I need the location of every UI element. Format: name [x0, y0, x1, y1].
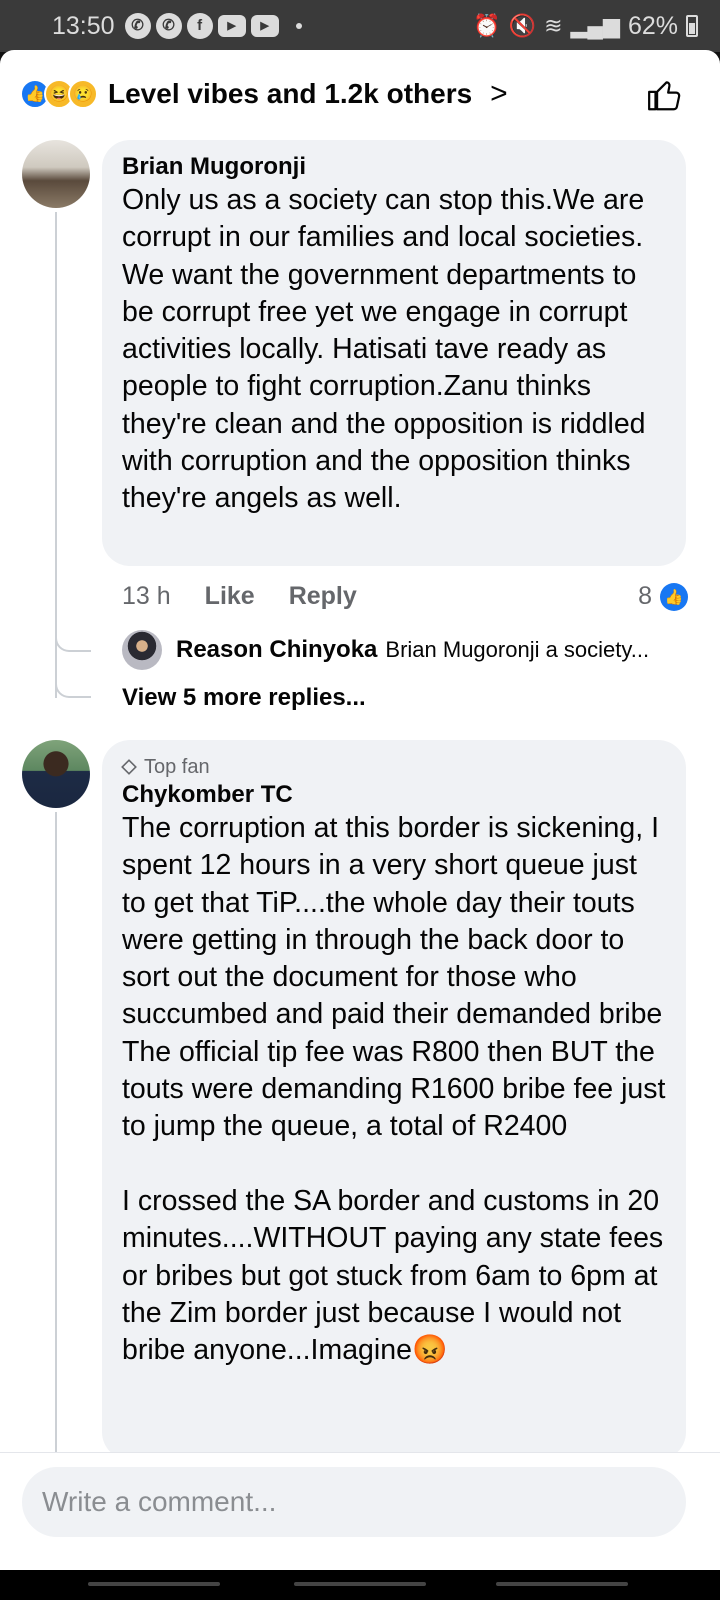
view-more-replies-link[interactable]: View 5 more replies...: [122, 684, 366, 712]
avatar[interactable]: [22, 140, 90, 208]
comment-time[interactable]: 13 h: [122, 582, 171, 611]
comment-bubble[interactable]: Top fan Chykomber TC The corruption at t…: [102, 740, 686, 1460]
mute-icon: 🔇: [508, 13, 537, 38]
comment-author[interactable]: Chykomber TC: [122, 780, 668, 810]
avatar[interactable]: [22, 740, 90, 808]
chevron-right-icon: >: [490, 77, 508, 110]
notification-icons: ✆ ✆ f ▶ ▶: [124, 13, 302, 39]
comment-actions: 13 h Like Reply 8 👍: [122, 578, 688, 614]
recent-apps-button[interactable]: [88, 1582, 220, 1586]
sad-reaction-icon: 😢: [68, 79, 98, 109]
navigation-bar: [0, 1570, 720, 1600]
reply-preview[interactable]: Reason Chinyoka Brian Mugoronji a societ…: [122, 630, 692, 670]
home-button[interactable]: [294, 1582, 426, 1586]
like-count[interactable]: 8 👍: [638, 582, 688, 611]
system-icons: ⏰ 🔇 ≋ ▂▄▆ 62%: [473, 12, 698, 41]
thread-connector: [55, 636, 91, 652]
like-count-number: 8: [638, 582, 652, 610]
top-fan-badge: Top fan: [121, 754, 668, 780]
back-button[interactable]: [496, 1582, 628, 1586]
battery-percent: 62%: [627, 11, 678, 40]
signal-icon: ▂▄▆: [570, 13, 620, 38]
reactions-summary[interactable]: 👍 😆 😢 Level vibes and 1.2k others >: [0, 50, 720, 138]
like-badge-icon: 👍: [660, 582, 688, 611]
thread-line: [55, 212, 57, 698]
facebook-icon: f: [186, 13, 213, 39]
like-button[interactable]: Like: [205, 582, 255, 611]
battery-icon: [686, 15, 698, 37]
thread-connector: [55, 682, 91, 698]
status-bar: 13:50 ✆ ✆ f ▶ ▶ ⏰ 🔇 ≋ ▂▄▆ 62%: [0, 0, 720, 52]
like-post-icon[interactable]: [646, 76, 684, 114]
whatsapp-icon: ✆: [155, 13, 182, 39]
whatsapp-icon: ✆: [124, 13, 151, 39]
comments-sheet: 👍 😆 😢 Level vibes and 1.2k others > Bria…: [0, 50, 720, 1570]
comment-author[interactable]: Brian Mugoronji: [122, 152, 668, 182]
dot-icon: [295, 23, 302, 29]
wifi-icon: ≋: [544, 13, 563, 38]
comment-composer: [0, 1452, 720, 1570]
comment-text: Only us as a society can stop this.We ar…: [122, 184, 646, 515]
reactions-text: Level vibes and 1.2k others: [108, 78, 473, 109]
youtube-icon: ▶: [217, 15, 246, 37]
youtube-icon: ▶: [250, 15, 279, 37]
diamond-icon: [121, 759, 137, 775]
reply-snippet: Brian Mugoronji a society...: [385, 637, 650, 662]
alarm-icon: ⏰: [473, 13, 501, 38]
reaction-icons: 👍 😆 😢: [20, 79, 98, 109]
thread-line: [55, 812, 57, 1462]
reply-avatar[interactable]: [122, 630, 162, 670]
comment-text: The corruption at this border is sickeni…: [122, 812, 666, 1367]
reply-author[interactable]: Reason Chinyoka: [176, 636, 377, 664]
comment-input[interactable]: [22, 1467, 686, 1537]
status-time: 13:50: [52, 11, 115, 40]
top-fan-label: Top fan: [144, 756, 210, 778]
comment-bubble[interactable]: Brian Mugoronji Only us as a society can…: [102, 140, 686, 566]
reply-button[interactable]: Reply: [289, 582, 357, 611]
